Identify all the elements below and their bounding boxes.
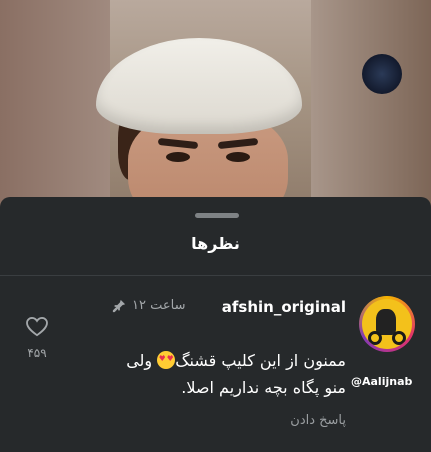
avatar-image: [362, 299, 412, 349]
person-eye: [166, 152, 190, 162]
comment-line-1: ممنون از این کلیپ قشنگ ولی: [86, 347, 346, 374]
avatar-watermark-handle: @Aalijnab: [351, 375, 413, 388]
avatar-rider: [376, 309, 396, 335]
comment-line-1-text: ممنون از این کلیپ قشنگ: [175, 351, 346, 370]
heart-outline-icon[interactable]: [26, 317, 48, 337]
person-eye: [226, 152, 250, 162]
reply-button[interactable]: پاسخ دادن: [290, 413, 346, 428]
pin-icon: [112, 299, 126, 312]
heart-eyes-emoji-icon: [157, 351, 176, 369]
drag-handle[interactable]: [195, 213, 239, 218]
comment-line-2: منو پگاه بچه نداریم اصلا.: [181, 378, 346, 397]
comment-username[interactable]: afshin_original: [222, 298, 346, 316]
divider: [0, 275, 431, 276]
video-background[interactable]: [0, 0, 431, 220]
sheet-title: نظرها: [191, 234, 240, 253]
like-count: ۴۵۹: [27, 346, 47, 360]
watermark-logo: [362, 54, 402, 94]
commenter-avatar[interactable]: [359, 296, 415, 352]
comment-meta: ۱۲ ساعت: [112, 298, 186, 313]
comment-time: ۱۲ ساعت: [132, 298, 186, 313]
background-wall: [0, 0, 110, 220]
app-screen: نظرها @Aalijnab afshin_original ۱۲ ساعت …: [0, 0, 431, 452]
person-cap: [96, 38, 302, 134]
comment-line-1-end: ولی: [126, 351, 158, 370]
background-wall: [311, 0, 431, 220]
avatar-wheel: [392, 331, 406, 345]
comment-text: ممنون از این کلیپ قشنگ ولی منو پگاه بچه …: [86, 347, 346, 401]
avatar-wheel: [368, 331, 382, 345]
comments-sheet: نظرها @Aalijnab afshin_original ۱۲ ساعت …: [0, 197, 431, 452]
